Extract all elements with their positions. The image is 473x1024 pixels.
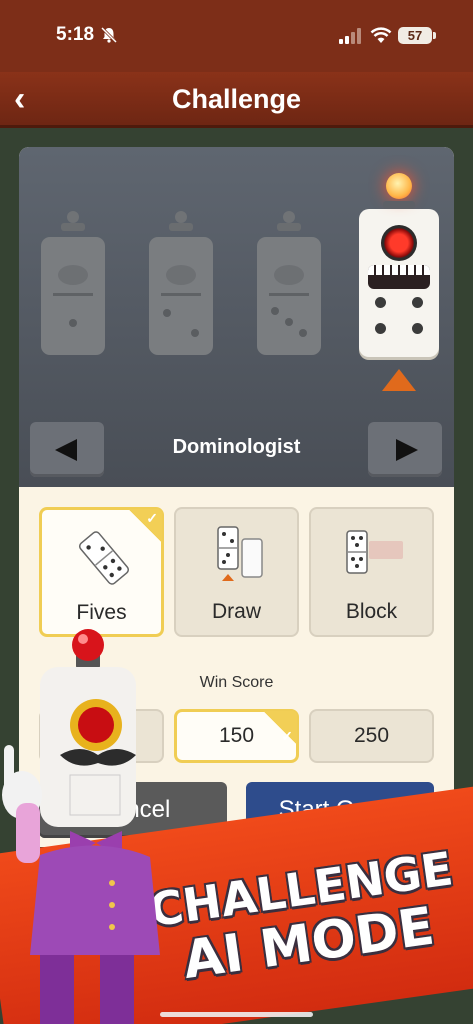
mode-draw[interactable]: Draw [174,507,299,637]
block-tiles-icon [346,530,403,574]
mode-label: Block [345,600,398,623]
selected-triangle-icon [382,369,416,391]
ai-bot-option[interactable] [257,211,321,355]
nav-header: ‹ Challenge [0,72,473,128]
ai-bot-option[interactable] [41,211,105,355]
score-option-150[interactable]: 150 ✓ [174,709,299,763]
status-time: 5:18 [56,24,95,45]
checkmark-icon: ✓ [263,711,297,745]
status-bar: 5:18 57 [0,0,473,72]
bell-muted-icon [100,26,118,44]
domino-mascot-character [2,629,160,1024]
mode-label: Fives [76,601,127,624]
page-title: Challenge [171,84,302,114]
red-eye-icon [381,225,417,261]
score-value: 150 [218,724,255,747]
ai-bot-option[interactable] [149,211,213,355]
right-arrow-icon [396,439,418,461]
mode-label: Draw [211,600,261,623]
mode-block[interactable]: Block [309,507,434,637]
battery-icon: 57 [398,27,436,44]
signal-icon [339,28,361,44]
wifi-icon [370,27,392,43]
next-ai-button[interactable] [368,422,442,477]
domino-tile-icon [78,531,130,585]
ai-bot-selected[interactable] [359,173,439,357]
score-option-250[interactable]: 250 [309,709,434,763]
ai-selector: Dominologist [19,147,454,487]
mode-fives[interactable]: Fives ✓ [39,507,164,637]
home-indicator [160,1012,313,1017]
checkmark-icon: ✓ [128,509,162,543]
alarm-lamp-icon [386,173,412,199]
toothed-mouth-icon [368,265,430,289]
draw-tiles-icon [217,526,263,581]
